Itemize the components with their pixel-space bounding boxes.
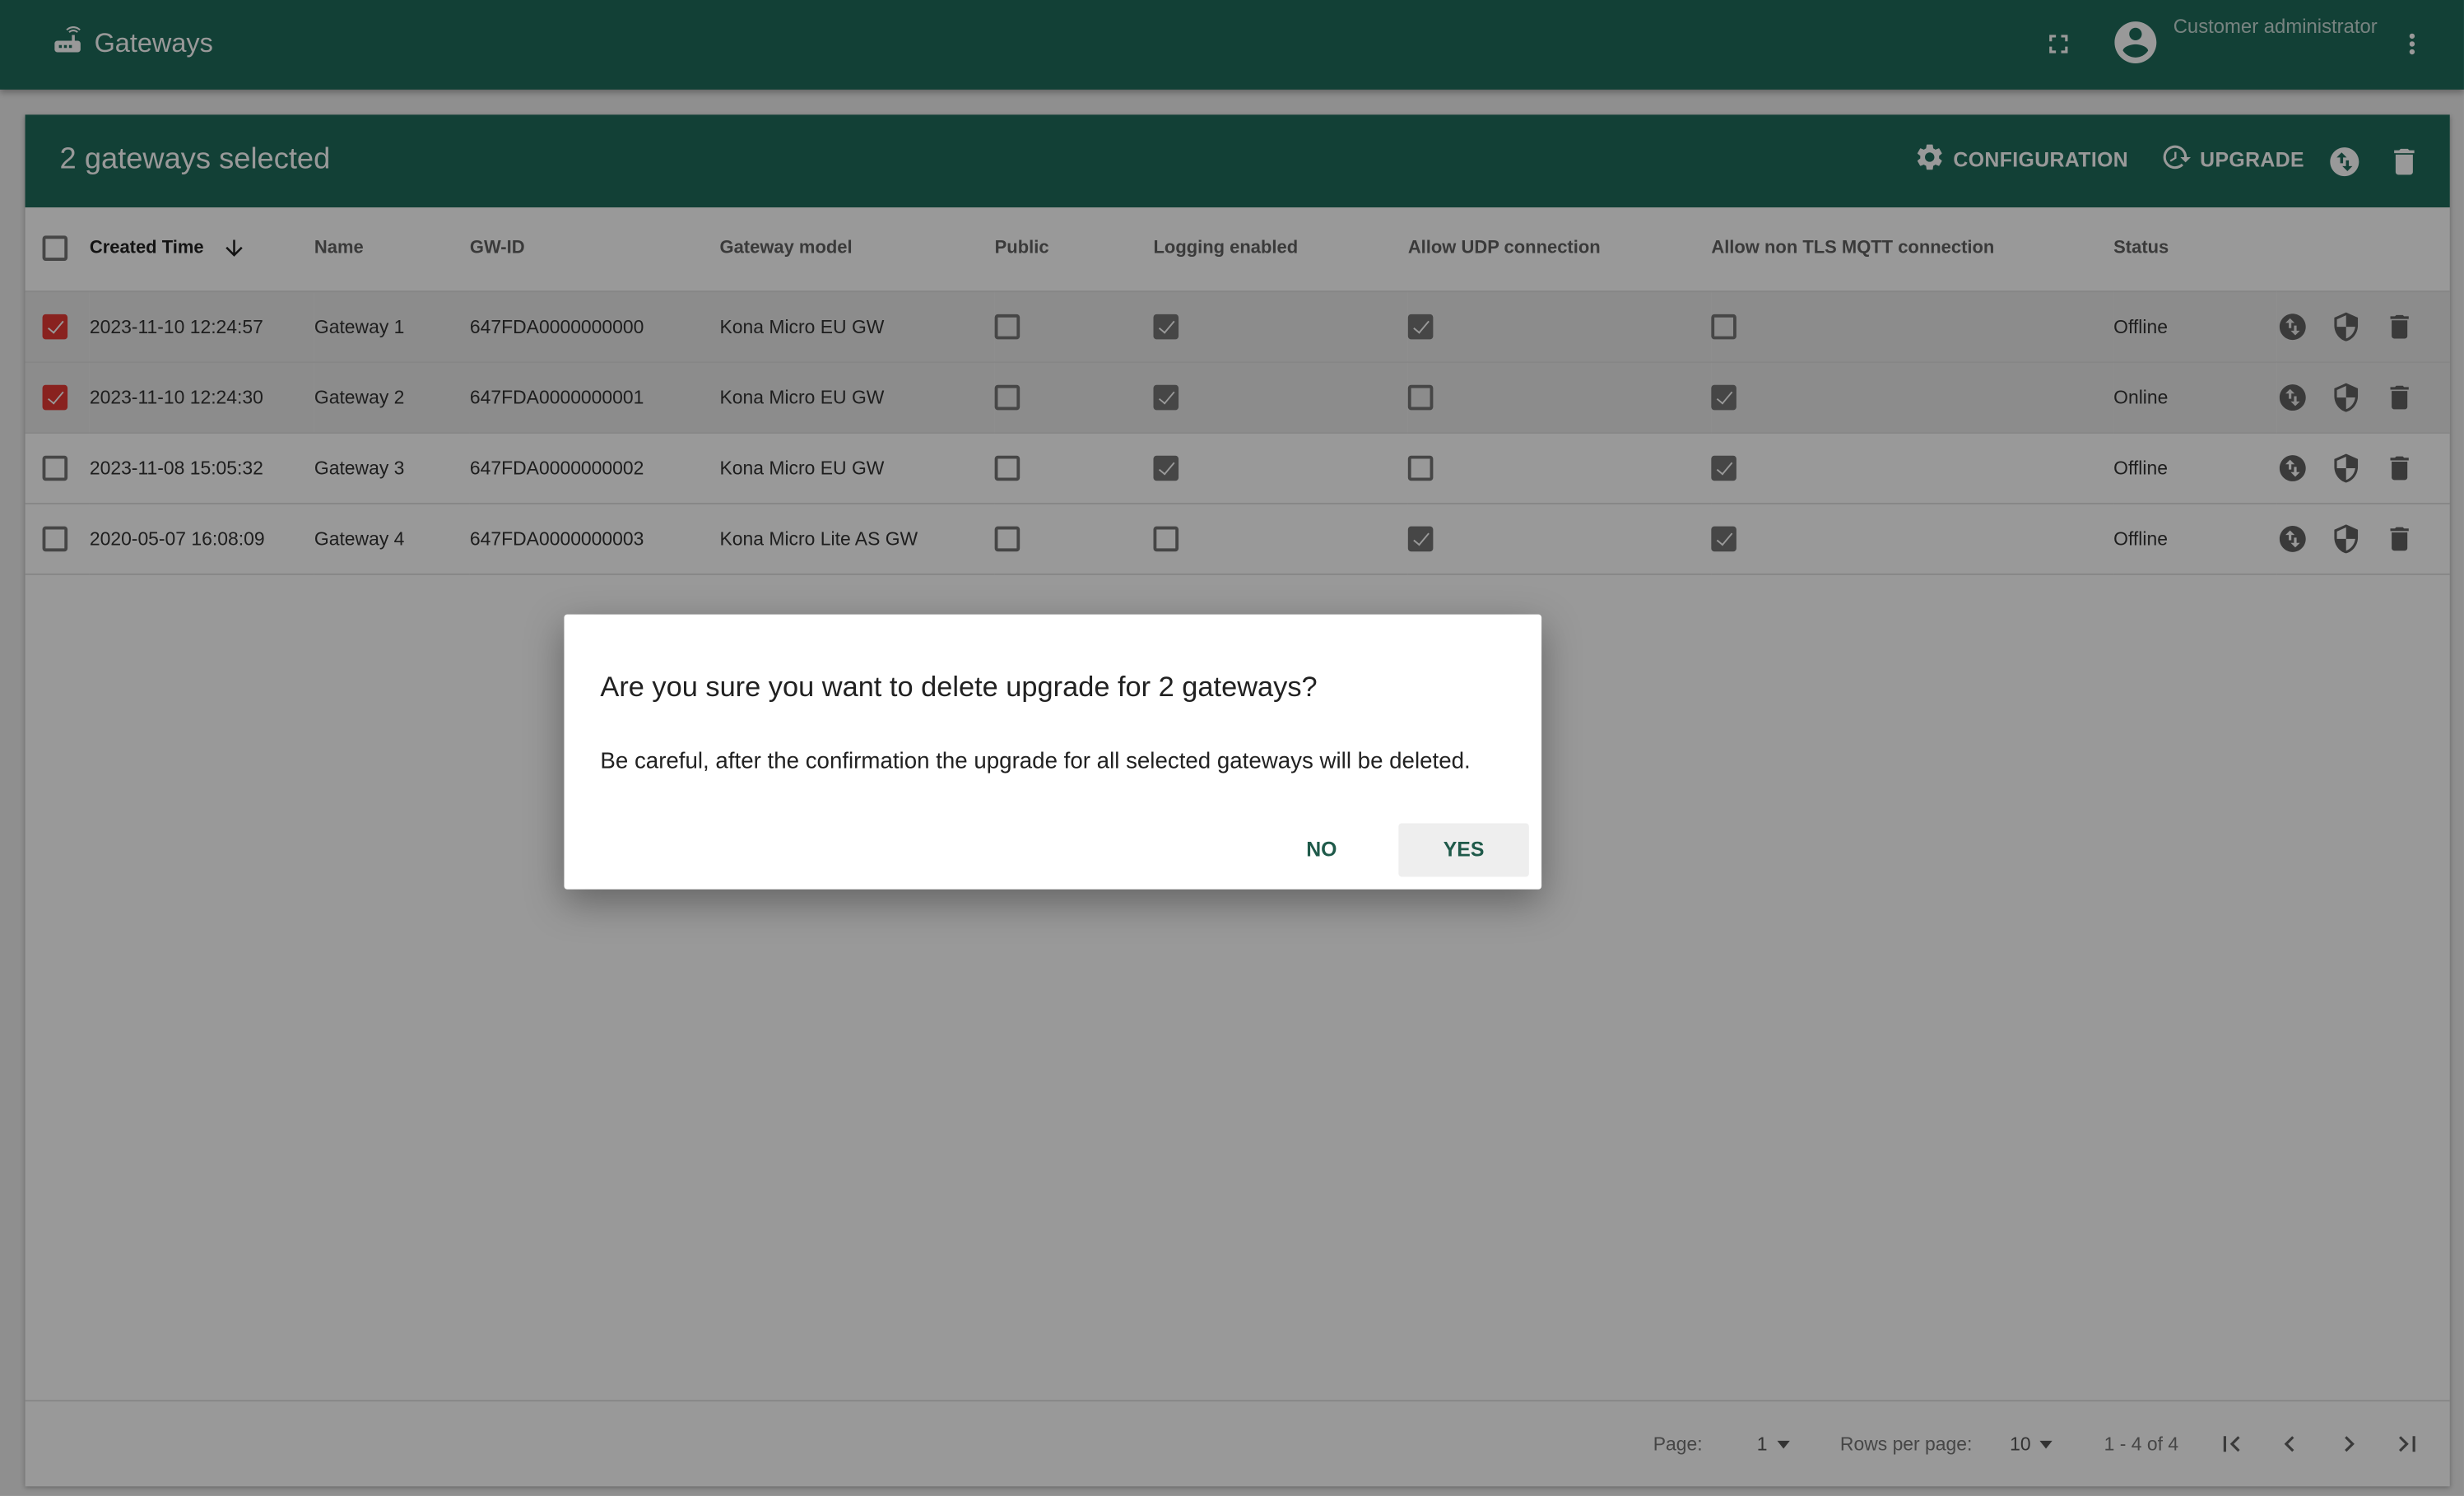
- dialog-message: Be careful, after the confirmation the u…: [600, 749, 1471, 775]
- dialog-title: Are you sure you want to delete upgrade …: [600, 671, 1318, 703]
- confirm-dialog: Are you sure you want to delete upgrade …: [564, 614, 1542, 890]
- app-root: Gateways Customer administrator 2 gatewa…: [0, 0, 2464, 1496]
- yes-button[interactable]: YES: [1398, 823, 1529, 877]
- no-button[interactable]: NO: [1287, 824, 1356, 877]
